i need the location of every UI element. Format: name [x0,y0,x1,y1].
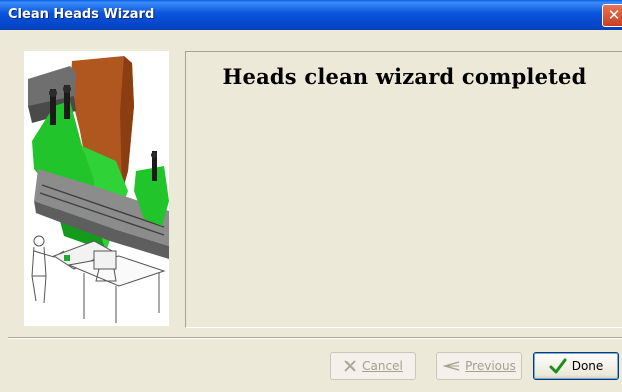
completion-heading: Heads clean wizard completed [222,64,587,89]
x-cancel-icon [343,359,357,373]
printer-heads-illustration [24,51,169,326]
wizard-main-panel: Heads clean wizard completed [185,51,622,328]
back-arrow-icon [442,360,460,372]
button-divider [8,337,622,339]
wizard-window: Clean Heads Wizard ✕ Heads clean wizard … [0,0,622,392]
window-title: Clean Heads Wizard [8,7,155,22]
previous-button[interactable]: Previous [436,352,522,380]
checkmark-icon [549,358,567,374]
printer-heads-image [28,56,169,323]
done-label: Done [571,359,604,373]
cancel-label: Cancel [362,359,403,373]
previous-label: Previous [465,359,516,373]
wizard-content: Heads clean wizard completed Cancel Prev… [0,30,622,392]
done-button[interactable]: Done [533,352,619,380]
title-bar[interactable]: Clean Heads Wizard ✕ [0,0,622,30]
cancel-button[interactable]: Cancel [330,352,416,380]
close-icon[interactable]: ✕ [602,4,622,27]
